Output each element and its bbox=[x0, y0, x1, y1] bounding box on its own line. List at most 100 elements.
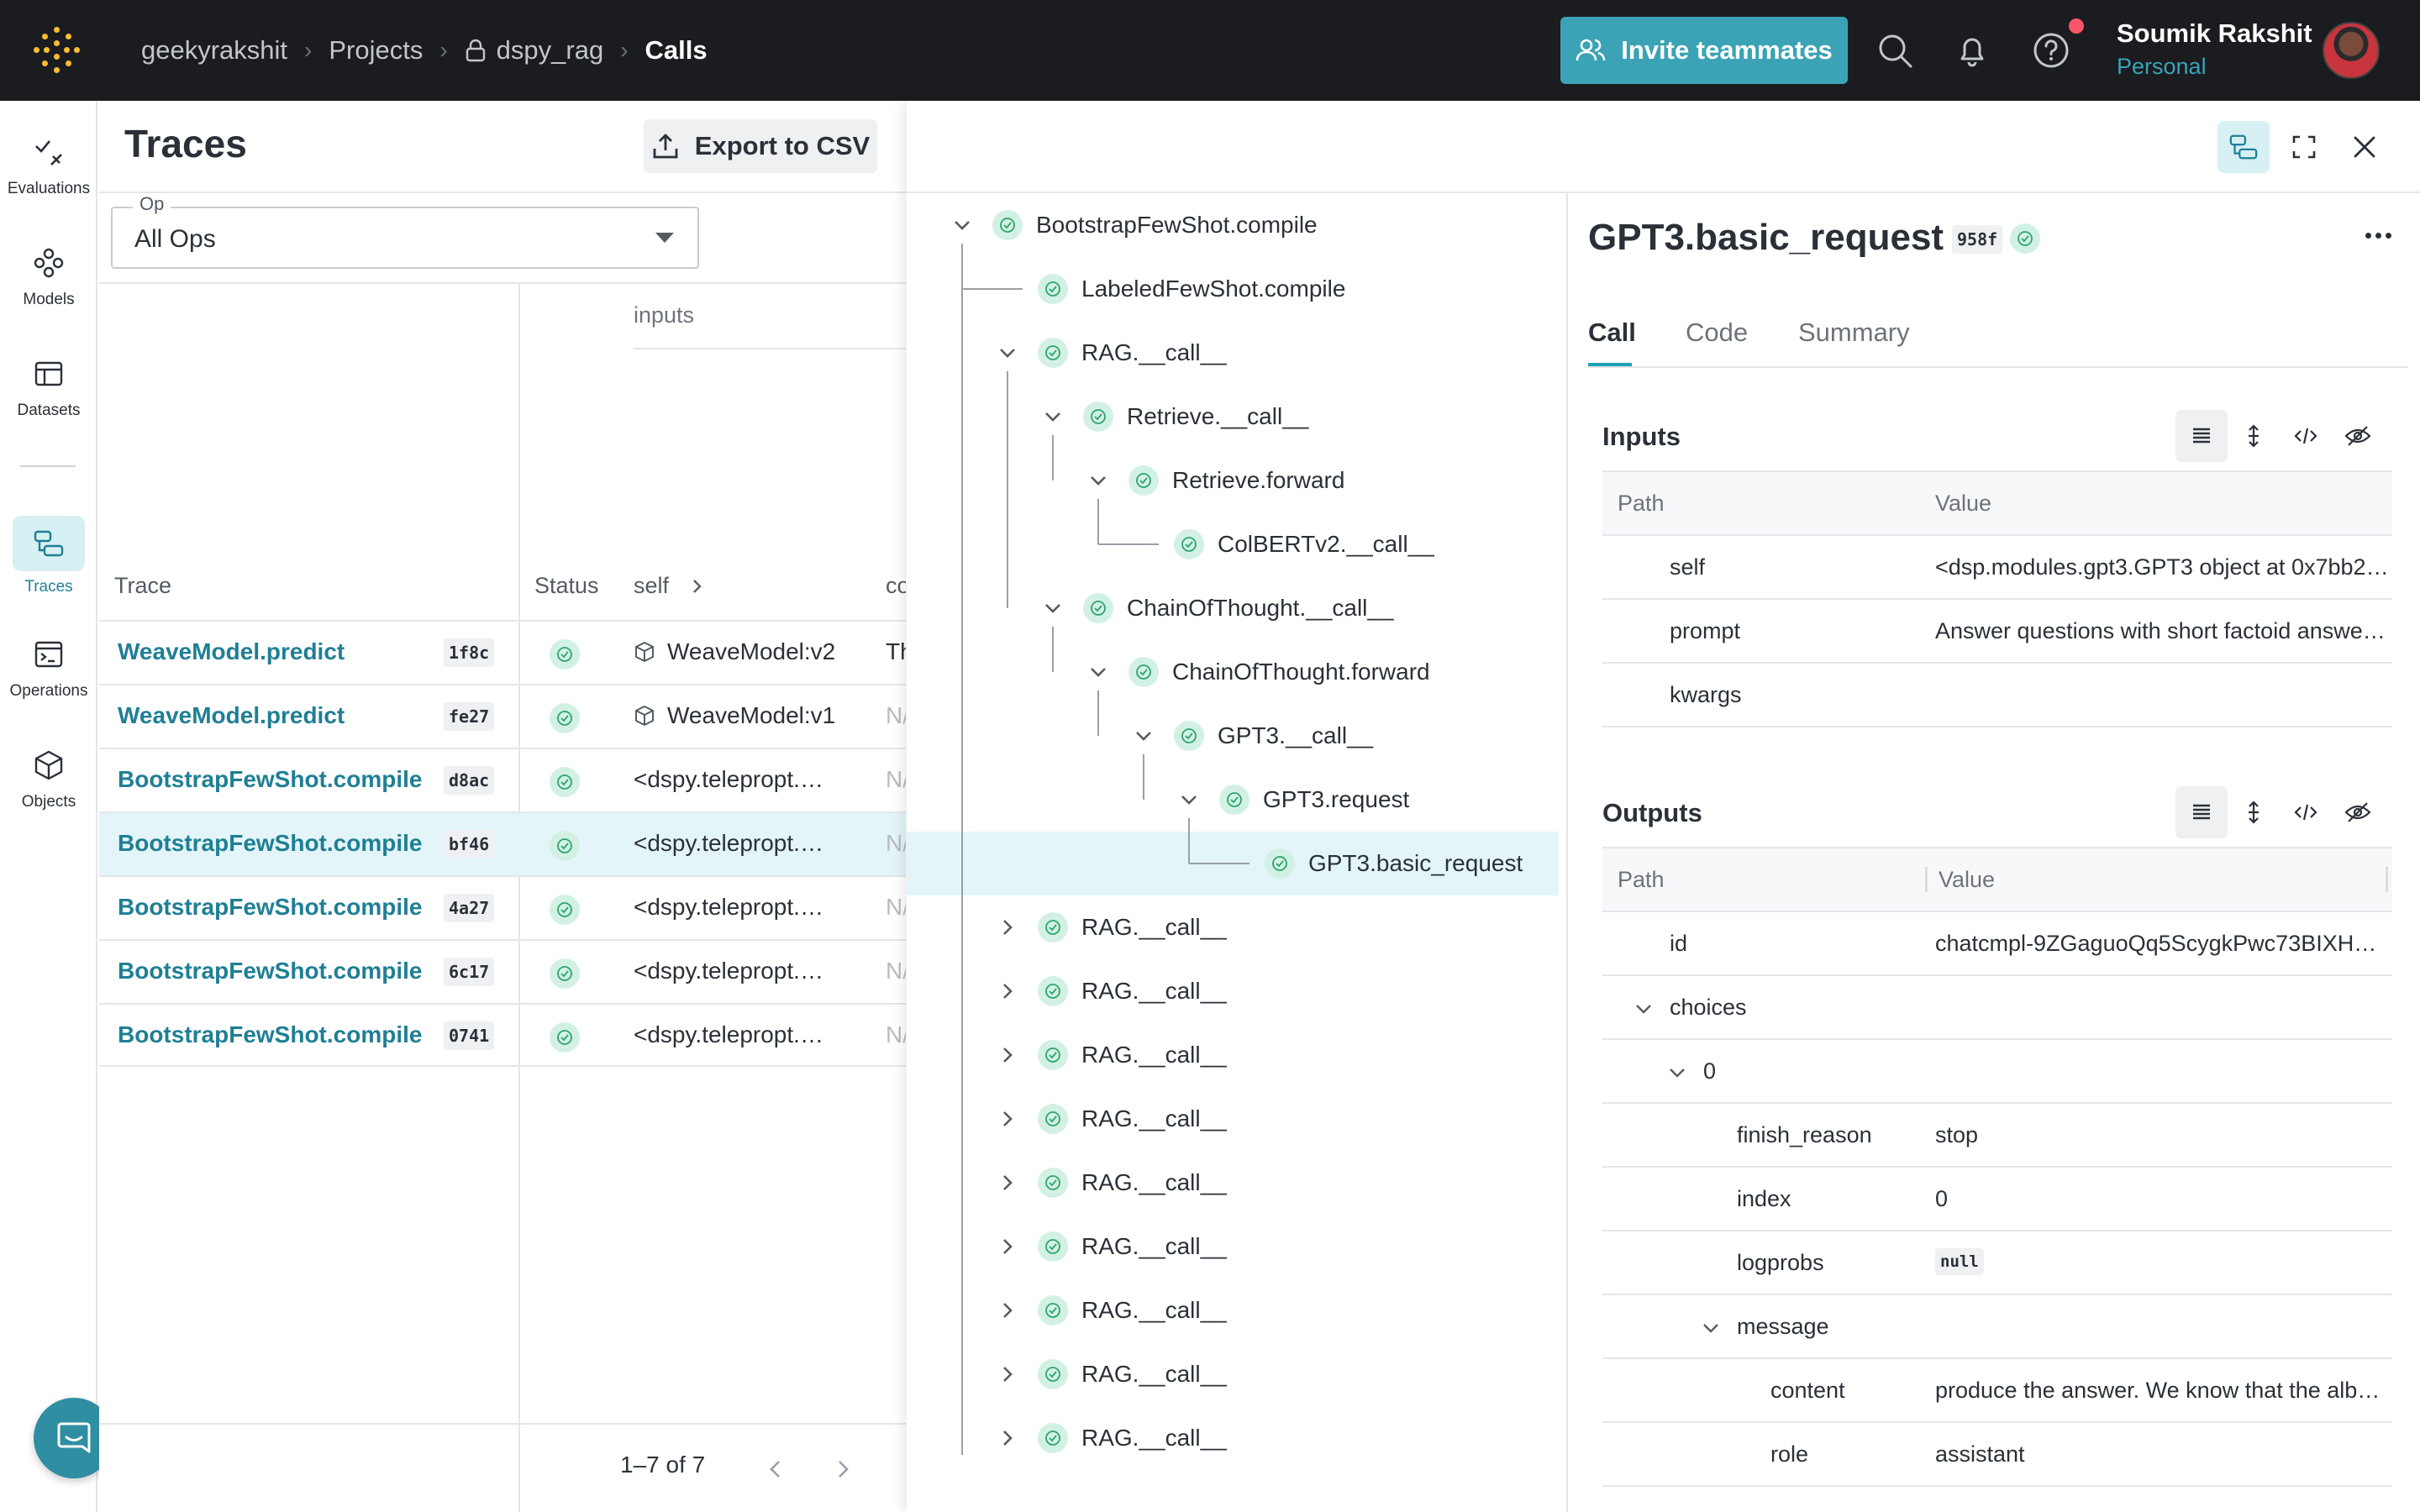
tree-node[interactable]: RAG.__call__ bbox=[992, 1278, 1227, 1342]
chevron-down-icon[interactable] bbox=[1042, 406, 1064, 428]
breadcrumb-project[interactable]: dspy_rag bbox=[497, 35, 604, 66]
tree-toggle[interactable] bbox=[992, 1231, 1023, 1262]
kv-row[interactable]: logprobs null bbox=[1602, 1231, 2392, 1295]
tree-toggle[interactable] bbox=[947, 210, 977, 240]
nav-datasets[interactable]: Datasets bbox=[0, 346, 97, 438]
tree-toggle[interactable] bbox=[1083, 657, 1113, 687]
table-row[interactable]: BootstrapFewShot.compile bf46 <dspy.telepr… bbox=[99, 811, 906, 875]
previous-page-icon[interactable] bbox=[763, 1457, 788, 1482]
tree-node[interactable]: RAG.__call__ bbox=[992, 1023, 1227, 1087]
chevron-right-icon[interactable] bbox=[997, 1108, 1018, 1130]
trace-op-link[interactable]: BootstrapFewShot.compile bbox=[118, 830, 422, 857]
user-name[interactable]: Soumik Rakshit bbox=[2117, 18, 2312, 49]
self-value[interactable]: <dspy.telepropt.… bbox=[634, 830, 823, 857]
chevron-down-icon[interactable] bbox=[1178, 789, 1200, 811]
tree-node[interactable]: GPT3.__call__ bbox=[1128, 704, 1373, 768]
help-icon[interactable] bbox=[2033, 32, 2070, 69]
view-table-button[interactable] bbox=[2175, 410, 2228, 462]
nav-models[interactable]: Models bbox=[0, 235, 97, 328]
self-value[interactable]: <dspy.telepropt.… bbox=[634, 766, 823, 793]
chevron-right-icon[interactable] bbox=[997, 1044, 1018, 1066]
view-json-button[interactable] bbox=[2280, 786, 2332, 838]
tab-code[interactable]: Code bbox=[1686, 318, 1748, 348]
table-row[interactable]: WeaveModel.predict 1f8c WeaveModel:v2 Th bbox=[99, 620, 906, 684]
tab-call[interactable]: Call bbox=[1588, 318, 1636, 348]
expand-toggle[interactable] bbox=[1631, 996, 1656, 1021]
tree-node[interactable]: Retrieve.forward bbox=[1083, 449, 1344, 512]
tree-node[interactable]: GPT3.request bbox=[1174, 768, 1409, 832]
tree-node[interactable]: RAG.__call__ bbox=[992, 1087, 1227, 1151]
kv-row[interactable]: finish_reason stop bbox=[1602, 1104, 2392, 1168]
chevron-down-icon[interactable] bbox=[1665, 1060, 1690, 1085]
caret-down-icon[interactable] bbox=[655, 233, 674, 243]
chevron-down-icon[interactable] bbox=[1087, 661, 1109, 683]
tree-node[interactable]: RAG.__call__ bbox=[992, 1342, 1227, 1406]
chevron-down-icon[interactable] bbox=[997, 342, 1018, 364]
tree-node[interactable]: RAG.__call__ bbox=[992, 1406, 1227, 1470]
tree-toggle[interactable] bbox=[1174, 785, 1204, 815]
close-drawer-button[interactable] bbox=[2338, 121, 2391, 173]
export-csv-button[interactable]: Export to CSV bbox=[644, 119, 877, 173]
kv-row[interactable]: choices bbox=[1602, 976, 2392, 1040]
table-row[interactable]: BootstrapFewShot.compile 4a27 <dspy.telepr… bbox=[99, 875, 906, 939]
tree-node[interactable]: BootstrapFewShot.compile bbox=[947, 193, 1318, 257]
chevron-right-icon[interactable] bbox=[997, 1427, 1018, 1449]
tree-node[interactable]: Retrieve.__call__ bbox=[1038, 385, 1308, 449]
tree-toggle[interactable] bbox=[992, 1168, 1023, 1198]
chevron-right-icon[interactable] bbox=[997, 1172, 1018, 1194]
tree-node[interactable]: ColBERTv2.__call__ bbox=[1128, 512, 1434, 576]
tree-node[interactable]: RAG.__call__ bbox=[992, 959, 1227, 1023]
chevron-down-icon[interactable] bbox=[1698, 1315, 1723, 1341]
hide-button[interactable] bbox=[2332, 786, 2384, 838]
more-options-icon[interactable] bbox=[2365, 227, 2399, 244]
trace-op-link[interactable]: BootstrapFewShot.compile bbox=[118, 1021, 422, 1048]
column-header-trace[interactable]: Trace bbox=[114, 573, 171, 599]
self-value[interactable]: <dspy.telepropt.… bbox=[634, 958, 823, 984]
tree-node[interactable]: LabeledFewShot.compile bbox=[992, 257, 1345, 321]
self-value[interactable]: <dspy.telepropt.… bbox=[634, 894, 823, 921]
tree-node[interactable]: RAG.__call__ bbox=[992, 895, 1227, 959]
nav-traces[interactable]: Traces bbox=[0, 516, 97, 608]
chevron-right-icon[interactable] bbox=[997, 916, 1018, 938]
tree-toggle[interactable] bbox=[992, 338, 1023, 368]
bell-icon[interactable] bbox=[1954, 32, 1991, 69]
tree-toggle[interactable] bbox=[1038, 593, 1068, 623]
tree-node[interactable]: ChainOfThought.__call__ bbox=[1038, 576, 1394, 640]
kv-row[interactable]: role assistant bbox=[1602, 1423, 2392, 1487]
self-value[interactable]: WeaveModel:v1 bbox=[634, 702, 835, 729]
avatar[interactable] bbox=[2323, 22, 2380, 79]
expand-all-button[interactable] bbox=[2228, 410, 2280, 462]
chevron-right-icon[interactable] bbox=[997, 1363, 1018, 1385]
column-header-self[interactable]: self bbox=[634, 573, 669, 599]
expand-column-icon[interactable] bbox=[689, 578, 706, 595]
trace-op-link[interactable]: BootstrapFewShot.compile bbox=[118, 958, 422, 984]
tree-node[interactable]: RAG.__call__ bbox=[992, 1151, 1227, 1215]
tree-node[interactable]: RAG.__call__ bbox=[992, 321, 1227, 385]
tree-toggle[interactable] bbox=[992, 1295, 1023, 1326]
kv-row[interactable]: self <dsp.modules.gpt3.GPT3 object at 0x7… bbox=[1602, 536, 2392, 600]
table-row[interactable]: WeaveModel.predict fe27 WeaveModel:v1 N/ bbox=[99, 684, 906, 748]
tree-toggle[interactable] bbox=[1128, 721, 1159, 751]
invite-teammates-button[interactable]: Invite teammates bbox=[1560, 17, 1848, 84]
expand-all-button[interactable] bbox=[2228, 786, 2280, 838]
column-header-status[interactable]: Status bbox=[534, 573, 599, 599]
table-row[interactable]: BootstrapFewShot.compile d8ac <dspy.telepr… bbox=[99, 748, 906, 811]
tree-toggle[interactable] bbox=[992, 1104, 1023, 1134]
chevron-right-icon[interactable] bbox=[997, 1299, 1018, 1321]
nav-evaluations[interactable]: Evaluations bbox=[0, 124, 97, 217]
kv-row[interactable]: content produce the answer. We know that … bbox=[1602, 1359, 2392, 1423]
tree-toggle[interactable] bbox=[992, 912, 1023, 942]
chevron-down-icon[interactable] bbox=[951, 214, 973, 236]
table-row[interactable]: BootstrapFewShot.compile 0741 <dspy.telepr… bbox=[99, 1003, 906, 1067]
trace-op-link[interactable]: BootstrapFewShot.compile bbox=[118, 894, 422, 921]
trace-op-link[interactable]: WeaveModel.predict bbox=[118, 702, 345, 729]
table-row[interactable]: BootstrapFewShot.compile 6c17 <dspy.telepr… bbox=[99, 939, 906, 1003]
next-page-icon[interactable] bbox=[830, 1457, 855, 1482]
nav-operations[interactable]: Operations bbox=[0, 627, 97, 719]
breadcrumb-projects[interactable]: Projects bbox=[329, 35, 423, 66]
trace-op-link[interactable]: WeaveModel.predict bbox=[118, 638, 345, 665]
tree-node[interactable]: GPT3.basic_request bbox=[1219, 832, 1523, 895]
tree-toggle[interactable] bbox=[992, 1040, 1023, 1070]
fullscreen-button[interactable] bbox=[2278, 121, 2330, 173]
tree-toggle[interactable] bbox=[1083, 465, 1113, 496]
